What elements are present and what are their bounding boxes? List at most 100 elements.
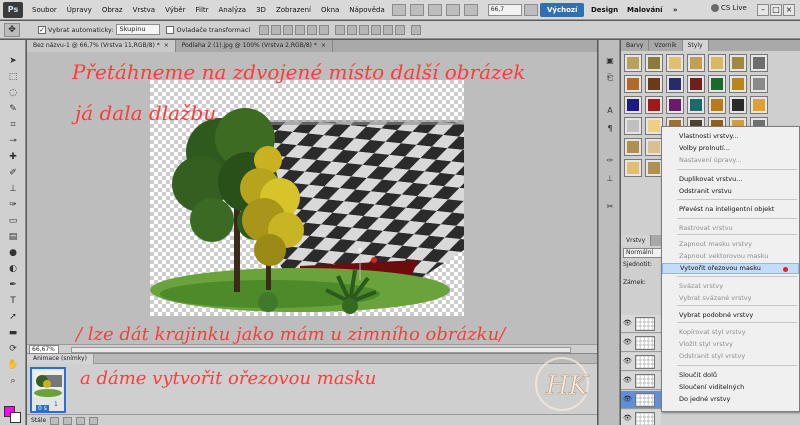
distribute-right-icon[interactable] bbox=[395, 24, 406, 35]
workspace-malovani[interactable]: Malování bbox=[620, 3, 670, 17]
brush-panel-icon[interactable]: ✑ bbox=[603, 154, 617, 166]
context-menu-item[interactable]: Sloučit dolů bbox=[662, 370, 799, 381]
minimize-icon[interactable]: – bbox=[757, 4, 769, 16]
history-panel-icon[interactable]: ⎗ bbox=[603, 72, 617, 84]
close-icon[interactable]: × bbox=[783, 4, 795, 16]
workspace-design[interactable]: Design bbox=[584, 3, 625, 17]
zoom-icon[interactable] bbox=[445, 3, 460, 16]
style-preset-swatch[interactable] bbox=[624, 54, 642, 72]
context-menu-item[interactable]: Duplikovat vrstvu... bbox=[662, 174, 799, 185]
background-color-swatch[interactable] bbox=[10, 412, 21, 423]
clone-stamp-tool-icon[interactable]: ⊥ bbox=[5, 182, 21, 196]
quick-select-tool-icon[interactable]: ✎ bbox=[5, 102, 21, 116]
style-preset-swatch[interactable] bbox=[708, 54, 726, 72]
context-menu-item[interactable]: Zapnout masku vrstvy bbox=[662, 239, 799, 250]
align-top-icon[interactable] bbox=[259, 24, 270, 35]
document-tab-active[interactable]: Bez názvu-1 @ 66,7% (Vrstva 11,RGB/8) * × bbox=[27, 40, 176, 52]
eye-icon[interactable]: 👁 bbox=[623, 376, 632, 384]
animation-tab[interactable]: Animace (snímky) bbox=[27, 354, 94, 364]
style-preset-swatch[interactable] bbox=[750, 75, 768, 93]
menu-analyza[interactable]: Analýza bbox=[214, 6, 252, 14]
auto-align-icon[interactable] bbox=[411, 24, 422, 35]
dodge-tool-icon[interactable]: ◐ bbox=[5, 262, 21, 276]
hand-tool-icon[interactable]: ✋ bbox=[5, 358, 21, 372]
layer-row[interactable]: 👁 bbox=[621, 372, 661, 390]
tab-vzornik[interactable]: Vzorník bbox=[649, 40, 683, 51]
first-frame-icon[interactable] bbox=[50, 416, 60, 425]
style-preset-swatch[interactable] bbox=[624, 117, 642, 135]
style-preset-swatch[interactable] bbox=[666, 75, 684, 93]
layer-row[interactable]: 👁 bbox=[621, 334, 661, 352]
shape-tool-icon[interactable]: ▬ bbox=[5, 326, 21, 340]
clone-source-panel-icon[interactable]: ⊥ bbox=[603, 172, 617, 184]
align-middle-icon[interactable] bbox=[271, 24, 282, 35]
cs-live[interactable]: CS Live bbox=[711, 4, 747, 12]
mini-bridge-icon[interactable] bbox=[409, 3, 424, 16]
transform-controls-checkbox[interactable] bbox=[166, 25, 175, 34]
marquee-tool-icon[interactable]: ⬚ bbox=[5, 70, 21, 84]
eye-icon[interactable]: 👁 bbox=[623, 414, 632, 422]
style-preset-swatch[interactable] bbox=[750, 96, 768, 114]
menu-zobrazeni[interactable]: Zobrazení bbox=[271, 6, 316, 14]
path-selection-tool-icon[interactable]: ➚ bbox=[5, 310, 21, 324]
align-center-icon[interactable] bbox=[307, 24, 318, 35]
distribute-top-icon[interactable] bbox=[335, 24, 346, 35]
style-preset-swatch[interactable] bbox=[729, 75, 747, 93]
eye-icon[interactable]: 👁 bbox=[623, 357, 632, 365]
style-preset-swatch[interactable] bbox=[624, 138, 642, 156]
style-preset-swatch[interactable] bbox=[687, 75, 705, 93]
3d-rotate-tool-icon[interactable]: ⟳ bbox=[5, 342, 21, 356]
style-preset-swatch[interactable] bbox=[729, 96, 747, 114]
style-preset-swatch[interactable] bbox=[645, 96, 663, 114]
menu-upravy[interactable]: Úpravy bbox=[62, 6, 97, 14]
history-brush-tool-icon[interactable]: ✑ bbox=[5, 198, 21, 212]
distribute-middle-icon[interactable] bbox=[347, 24, 358, 35]
zoom-level-select[interactable]: 66,7 bbox=[487, 3, 522, 16]
context-menu-item[interactable]: Odstranit vrstvu bbox=[662, 186, 799, 197]
menu-obraz[interactable]: Obraz bbox=[97, 6, 128, 14]
move-tool-preset-icon[interactable]: ✥ bbox=[4, 22, 20, 37]
eraser-tool-icon[interactable]: ▭ bbox=[5, 214, 21, 228]
style-preset-swatch[interactable] bbox=[687, 96, 705, 114]
context-menu-item[interactable]: Volby prolnutí... bbox=[662, 143, 799, 154]
context-menu-item[interactable]: Rastrovat vrstvu bbox=[662, 223, 799, 234]
distribute-center-icon[interactable] bbox=[383, 24, 394, 35]
play-icon[interactable] bbox=[76, 416, 86, 425]
context-menu-item[interactable]: Kopírovat styl vrstvy bbox=[662, 327, 799, 338]
gradient-tool-icon[interactable]: ▤ bbox=[5, 230, 21, 244]
context-menu-item[interactable]: Převést na inteligentní objekt bbox=[662, 204, 799, 215]
style-preset-swatch[interactable] bbox=[645, 54, 663, 72]
zoom-tool-icon[interactable]: ⌕ bbox=[5, 374, 21, 388]
eye-icon[interactable]: 👁 bbox=[623, 395, 632, 403]
tool-presets-icon[interactable]: ✂ bbox=[603, 200, 617, 212]
prev-frame-icon[interactable] bbox=[63, 416, 73, 425]
context-menu-item[interactable]: Vložit styl vrstvy bbox=[662, 339, 799, 350]
move-tool-icon[interactable]: ➤ bbox=[5, 54, 21, 68]
context-menu-item[interactable]: Sloučení viditelných bbox=[662, 382, 799, 393]
style-preset-swatch[interactable] bbox=[729, 54, 747, 72]
style-preset-swatch[interactable] bbox=[708, 75, 726, 93]
menu-napoveda[interactable]: Nápověda bbox=[344, 6, 389, 14]
distribute-bottom-icon[interactable] bbox=[359, 24, 370, 35]
brush-tool-icon[interactable]: ✐ bbox=[5, 166, 21, 180]
tab-vrstvy[interactable]: Vrstvy bbox=[621, 235, 652, 246]
paragraph-panel-icon[interactable]: ¶ bbox=[603, 122, 617, 134]
style-preset-swatch[interactable] bbox=[666, 54, 684, 72]
style-preset-swatch[interactable] bbox=[750, 54, 768, 72]
tab-styly[interactable]: Styly bbox=[682, 40, 709, 51]
menu-okna[interactable]: Okna bbox=[316, 6, 344, 14]
style-preset-swatch[interactable] bbox=[687, 54, 705, 72]
layer-row[interactable]: 👁 bbox=[621, 315, 661, 333]
align-right-icon[interactable] bbox=[319, 24, 330, 35]
style-preset-swatch[interactable] bbox=[708, 96, 726, 114]
eye-icon[interactable]: 👁 bbox=[623, 319, 632, 327]
document-tab[interactable]: Podlaha 2 (1).jpg @ 100% (Vrstva 2,RGB/8… bbox=[176, 40, 333, 52]
menu-vrstva[interactable]: Vrstva bbox=[128, 6, 161, 14]
align-bottom-icon[interactable] bbox=[283, 24, 294, 35]
maximize-icon[interactable]: □ bbox=[770, 4, 782, 16]
hand-icon[interactable] bbox=[427, 3, 442, 16]
context-menu-item[interactable]: Do jedné vrstvy bbox=[662, 394, 799, 405]
next-frame-icon[interactable] bbox=[89, 416, 99, 425]
context-menu-item[interactable]: Zapnout vektorovou masku bbox=[662, 251, 799, 262]
auto-select-checkbox[interactable]: ✓ bbox=[38, 25, 46, 34]
